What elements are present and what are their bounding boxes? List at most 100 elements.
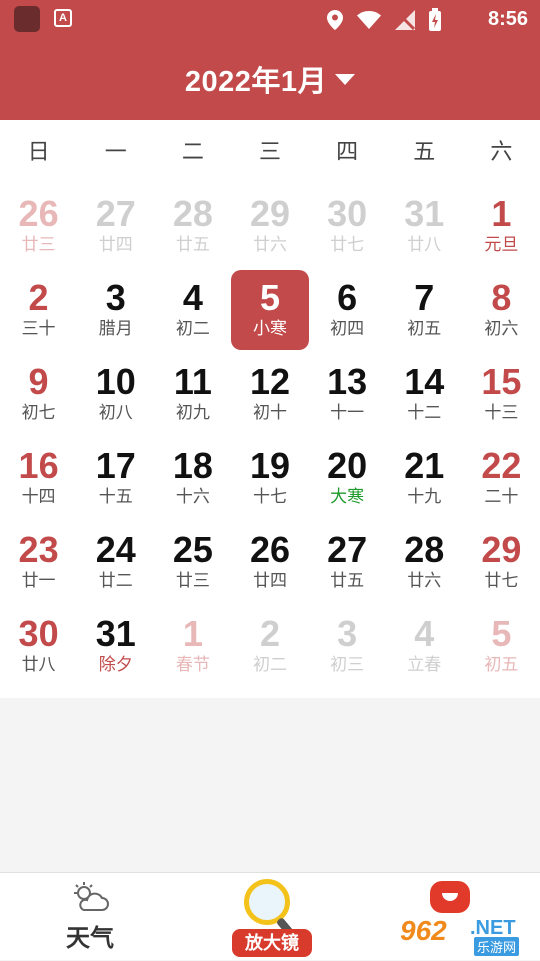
day-number: 23 — [18, 529, 59, 570]
lunar-date-label: 大寒 — [330, 487, 365, 506]
day-number: 28 — [404, 529, 445, 570]
calendar-day[interactable]: 18 十六 — [154, 436, 231, 520]
calendar-day[interactable]: 31 除夕 — [77, 604, 154, 688]
calendar-day[interactable]: 31 廿八 — [386, 184, 463, 268]
calendar-day[interactable]: 20 大寒 — [309, 436, 386, 520]
lunar-date-label: 除夕 — [98, 655, 133, 674]
calendar-day[interactable]: 28 廿五 — [154, 184, 231, 268]
calendar-day[interactable]: 9 初七 — [0, 352, 77, 436]
calendar-day[interactable]: 14 十二 — [386, 352, 463, 436]
day-number: 27 — [95, 193, 136, 234]
calendar-day[interactable]: 22 二十 — [463, 436, 540, 520]
lunar-date-label: 初七 — [21, 403, 56, 422]
calendar-day[interactable]: 26 廿三 — [0, 184, 77, 268]
day-number: 24 — [95, 529, 136, 570]
day-number: 31 — [95, 613, 136, 654]
day-number: 17 — [95, 445, 136, 486]
lunar-date-label: 初八 — [98, 403, 133, 422]
calendar-day[interactable]: 16 十四 — [0, 436, 77, 520]
day-number: 27 — [327, 529, 368, 570]
calendar-day[interactable]: 10 初八 — [77, 352, 154, 436]
day-number: 8 — [491, 277, 512, 318]
text-app-icon: A — [54, 9, 72, 27]
day-number: 18 — [172, 445, 213, 486]
calendar-day-today[interactable]: 5 小寒 — [231, 270, 309, 350]
lunar-date-label: 廿六 — [252, 235, 287, 254]
lunar-date-label: 十三 — [484, 403, 519, 422]
weekday-fri: 五 — [413, 139, 436, 164]
nav-magnifier-button[interactable]: 放大镜 — [220, 875, 320, 961]
calendar-day[interactable]: 1 元旦 — [463, 184, 540, 268]
calendar-week-row: 9 初七 10 初八 11 初九 12 初十 13 十一 14 十二 15 十三 — [0, 352, 540, 436]
day-number: 30 — [18, 613, 59, 654]
watermark-text: 乐游网 — [474, 937, 520, 956]
lunar-date-label: 腊月 — [98, 319, 133, 338]
calendar-day[interactable]: 11 初九 — [154, 352, 231, 436]
day-number: 14 — [404, 361, 445, 402]
calendar-day[interactable]: 12 初十 — [231, 352, 308, 436]
nav-app-button[interactable]: 962 .NET 乐游网 — [400, 879, 540, 961]
day-number: 19 — [249, 445, 291, 486]
weekday-thu: 四 — [336, 139, 359, 164]
calendar-day[interactable]: 2 初二 — [231, 604, 308, 688]
location-icon — [327, 10, 343, 30]
day-number: 10 — [95, 361, 136, 402]
calendar-day[interactable]: 3 腊月 — [77, 268, 154, 352]
calendar-day[interactable]: 6 初四 — [309, 268, 386, 352]
calendar-day[interactable]: 25 廿三 — [154, 520, 231, 604]
calendar-day[interactable]: 23 廿一 — [0, 520, 77, 604]
calendar-day[interactable]: 8 初六 — [463, 268, 540, 352]
nav-weather-button[interactable]: 天气 — [40, 881, 140, 957]
day-number: 13 — [327, 361, 368, 402]
calendar-day[interactable]: 30 廿七 — [309, 184, 386, 268]
calendar-day[interactable]: 15 十三 — [463, 352, 540, 436]
calendar-day[interactable]: 4 初二 — [154, 268, 231, 352]
weekday-header-row: 日 一 二 三 四 五 六 — [0, 120, 540, 184]
weekday-sun: 日 — [27, 139, 50, 164]
calendar-week-row: 26 廿三 27 廿四 28 廿五 29 廿六 30 廿七 31 廿八 1 元旦 — [0, 184, 540, 268]
day-number: 25 — [172, 529, 213, 570]
calendar-day[interactable]: 26 廿四 — [231, 520, 308, 604]
lunar-date-label: 廿五 — [175, 235, 210, 254]
day-number: 3 — [337, 613, 358, 654]
calendar-day[interactable]: 2 三十 — [0, 268, 77, 352]
watermark-logo: 962 — [400, 915, 447, 946]
calendar-day[interactable]: 5 初五 — [463, 604, 540, 688]
day-number: 4 — [414, 613, 435, 654]
nav-magnifier-label: 放大镜 — [232, 929, 312, 957]
day-number: 1 — [182, 613, 203, 654]
calendar-day[interactable]: 3 初三 — [309, 604, 386, 688]
calendar-day[interactable]: 21 十九 — [386, 436, 463, 520]
dropdown-caret-icon[interactable] — [335, 73, 356, 85]
calendar-day[interactable]: 29 廿六 — [231, 184, 308, 268]
day-number: 2 — [259, 613, 280, 654]
calendar-day[interactable]: 30 廿八 — [0, 604, 77, 688]
no-signal-icon — [395, 10, 416, 31]
lunar-date-label: 春节 — [175, 655, 210, 674]
lunar-date-label: 立春 — [407, 655, 442, 674]
day-number: 3 — [105, 277, 126, 318]
calendar-day[interactable]: 19 十七 — [231, 436, 308, 520]
calendar-day[interactable]: 27 廿五 — [309, 520, 386, 604]
calendar-day[interactable]: 27 廿四 — [77, 184, 154, 268]
calendar-day[interactable]: 13 十一 — [309, 352, 386, 436]
calendar-day[interactable]: 29 廿七 — [463, 520, 540, 604]
calendar-day[interactable]: 1 春节 — [154, 604, 231, 688]
status-icons — [326, 8, 442, 32]
lunar-date-label: 廿四 — [252, 571, 287, 590]
month-header[interactable]: 2022年1月 — [0, 38, 540, 120]
calendar-day[interactable]: 4 立春 — [386, 604, 463, 688]
lunar-date-label: 十五 — [98, 487, 133, 506]
lunar-date-label: 十六 — [175, 487, 210, 506]
lunar-date-label: 初二 — [252, 655, 287, 674]
day-number: 11 — [173, 361, 212, 402]
day-number: 26 — [249, 529, 291, 570]
calendar-day[interactable]: 7 初五 — [386, 268, 463, 352]
calendar-day[interactable]: 24 廿二 — [77, 520, 154, 604]
lunar-date-label: 廿二 — [98, 571, 133, 590]
calendar-week-row: 16 十四 17 十五 18 十六 19 十七 20 大寒 21 十九 22 二十 — [0, 436, 540, 520]
month-title[interactable]: 2022年1月 — [185, 58, 327, 100]
calendar-day[interactable]: 28 廿六 — [386, 520, 463, 604]
battery-charging-icon — [429, 8, 441, 31]
calendar-day[interactable]: 17 十五 — [77, 436, 154, 520]
